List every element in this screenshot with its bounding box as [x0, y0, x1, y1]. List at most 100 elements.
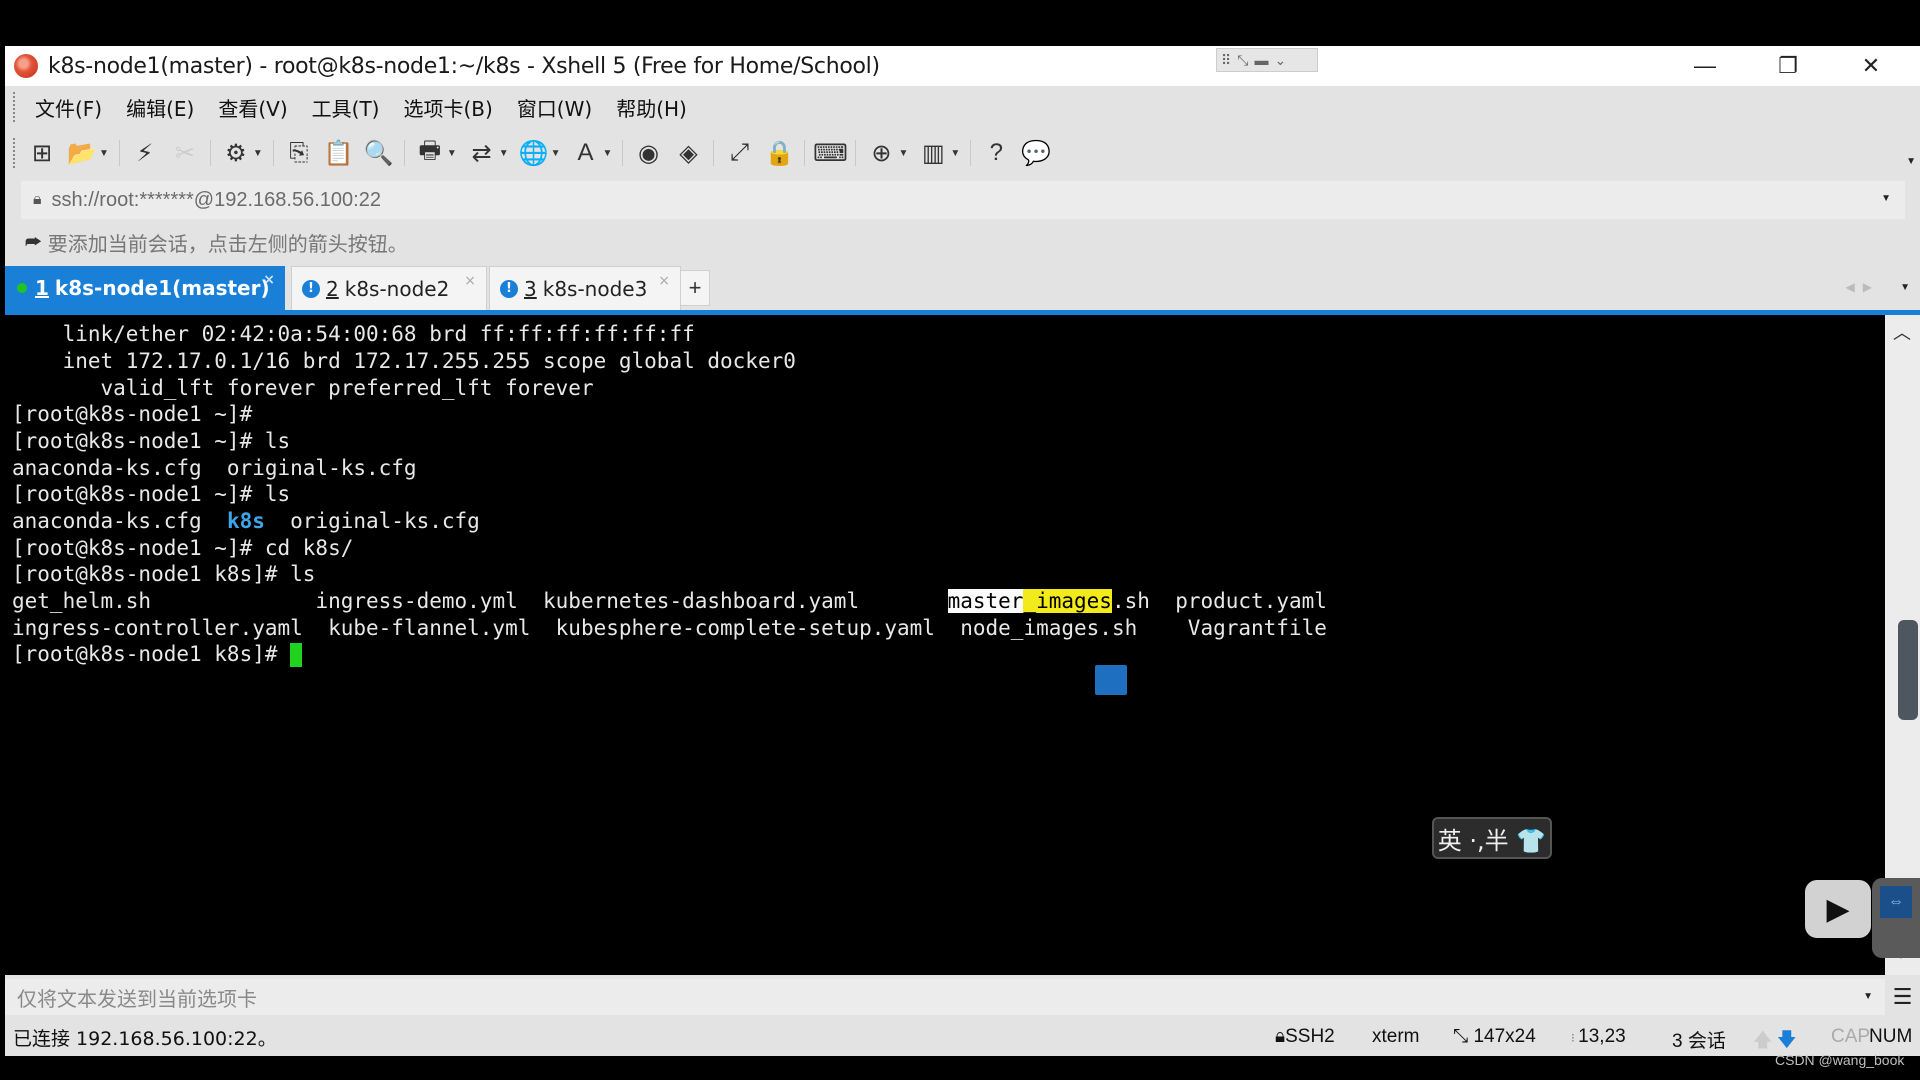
scroll-thumb[interactable]	[1898, 620, 1918, 720]
terminal-prompt-line[interactable]: [root@k8s-node1 k8s]#	[12, 641, 303, 667]
session-properties-icon[interactable]: ⚙	[221, 138, 251, 168]
xftp-icon[interactable]: ◈	[673, 138, 703, 168]
protocol-status: 🔒︎SSH2	[1275, 1026, 1335, 1048]
compress-icon[interactable]: ⤡	[1237, 52, 1248, 69]
toolbar-separator	[804, 140, 806, 166]
menu-edit[interactable]: 编辑(E)	[126, 93, 194, 122]
add-session-arrow-icon[interactable]: ⮫	[25, 232, 42, 253]
tab-number: 1	[35, 276, 49, 300]
copy-icon[interactable]: ⎘	[284, 138, 314, 168]
highlighted-text[interactable]: _images	[1023, 589, 1112, 613]
menu-file[interactable]: 文件(F)	[35, 93, 102, 122]
toolbar-separator	[272, 140, 274, 166]
tab-number: 2	[326, 276, 339, 301]
open-folder-icon[interactable]: 📂	[67, 138, 97, 168]
globe-dropdown-icon[interactable]: ▼	[551, 148, 561, 159]
layout-dropdown-icon[interactable]: ▼	[950, 148, 960, 159]
menu-bar: 文件(F) 编辑(E) 查看(V) 工具(T) 选项卡(B) 窗口(W) 帮助(…	[5, 86, 1920, 128]
teamviewer-widget[interactable]: ⇔	[1872, 878, 1920, 958]
address-dropdown-icon[interactable]: ▼	[1881, 193, 1891, 204]
toolbar-separator	[209, 140, 211, 166]
send-dropdown-icon[interactable]: ▼	[1863, 991, 1873, 1002]
menu-help[interactable]: 帮助(H)	[616, 93, 687, 122]
mini-toolbar[interactable]: ⠿ ⤡ ▬ ⌄	[1216, 48, 1318, 72]
drag-file-icon	[1095, 665, 1127, 695]
warning-icon: !	[500, 279, 518, 298]
session-properties-dropdown-icon[interactable]: ▼	[253, 148, 263, 159]
tab-k8s-node2[interactable]: ! 2 k8s-node2 ×	[291, 266, 487, 310]
minimize-button[interactable]: —	[1665, 46, 1745, 86]
menu-view[interactable]: 查看(V)	[218, 93, 287, 122]
menu-tools[interactable]: 工具(T)	[312, 93, 380, 122]
terminal-scrollbar[interactable]: ︿ ﹀	[1885, 315, 1920, 975]
terminal-output[interactable]: link/ether 02:42:0a:54:00:68 brd ff:ff:f…	[5, 315, 1885, 975]
close-tab-icon[interactable]: ×	[263, 272, 275, 288]
find-icon[interactable]: 🔍	[364, 138, 394, 168]
num-lock-indicator: NUM	[1869, 1026, 1913, 1047]
cursor-position: ⁝ 13,23	[1571, 1026, 1626, 1048]
selected-text[interactable]: master	[947, 589, 1024, 613]
restore-button[interactable]: ❐	[1748, 46, 1828, 86]
minus-icon[interactable]: ▬	[1254, 52, 1268, 68]
globe-icon[interactable]: 🌐	[519, 138, 549, 168]
file-name: ingress-demo.yml	[315, 589, 544, 613]
transfer-icon[interactable]: ⇄	[467, 138, 497, 168]
connect-icon[interactable]: ⚡	[130, 138, 160, 168]
terminal-size: ⤡ 147x24	[1453, 1026, 1536, 1048]
address-bar[interactable]: 🔒︎ ssh://root:*******@192.168.56.100:22 …	[21, 181, 1905, 219]
hamburger-menu-icon[interactable]: ☰	[1885, 979, 1920, 1015]
print-dropdown-icon[interactable]: ▼	[447, 148, 457, 159]
toolbar-separator	[713, 140, 715, 166]
video-player-icon[interactable]: ▶	[1805, 880, 1871, 938]
grid-icon[interactable]: ⠿	[1221, 52, 1231, 69]
send-text-bar[interactable]: 仅将文本发送到当前选项卡 ▼	[5, 979, 1885, 1015]
close-tab-icon[interactable]: ×	[658, 273, 670, 289]
connected-status-icon	[17, 283, 27, 293]
toolbar-overflow-icon[interactable]: ▼	[1906, 156, 1916, 167]
disconnect-icon[interactable]: ✂	[170, 138, 200, 168]
toolbar-grip[interactable]	[13, 138, 17, 168]
help-icon[interactable]: ?	[981, 138, 1011, 168]
new-tab-folder-dropdown-icon[interactable]: ▼	[898, 148, 908, 159]
close-button[interactable]: ✕	[1831, 46, 1911, 86]
new-tab-folder-icon[interactable]: ⊕	[866, 138, 896, 168]
menu-grip[interactable]	[13, 92, 17, 122]
paste-icon[interactable]: 📋	[324, 138, 354, 168]
keyboard-icon[interactable]: ⌨	[813, 138, 848, 168]
tab-scroll-arrows[interactable]: ◀▶	[1846, 280, 1880, 294]
session-count: 3 会话	[1672, 1031, 1726, 1052]
terminal-line: [root@k8s-node1 ~]# cd k8s/	[12, 536, 354, 560]
tab-bar: 1 k8s-node1(master) × ! 2 k8s-node2 × ! …	[5, 266, 1920, 310]
menu-tab[interactable]: 选项卡(B)	[403, 93, 492, 122]
transfer-dropdown-icon[interactable]: ▼	[499, 148, 509, 159]
lock-icon[interactable]: 🔒	[764, 138, 794, 168]
scroll-up-icon[interactable]: ︿	[1893, 319, 1911, 345]
chat-icon[interactable]: 💬	[1021, 138, 1051, 168]
xshell-icon[interactable]: ◉	[633, 138, 663, 168]
terminal-cursor	[290, 643, 303, 667]
open-folder-dropdown-icon[interactable]: ▼	[99, 148, 109, 159]
new-tab-button[interactable]: +	[680, 270, 710, 306]
tab-list-dropdown-icon[interactable]: ▼	[1900, 282, 1910, 293]
fullscreen-icon[interactable]: ⤢	[724, 138, 754, 168]
file-name: product.yaml	[1175, 589, 1327, 613]
address-input[interactable]: ssh://root:*******@192.168.56.100:22	[52, 189, 381, 212]
font-icon[interactable]: A	[571, 138, 601, 168]
ime-status-indicator[interactable]: 英 ·,半 👕	[1432, 817, 1552, 859]
terminal-line: anaconda-ks.cfg k8s original-ks.cfg	[12, 508, 480, 534]
layout-icon[interactable]: ▥	[918, 138, 948, 168]
watermark: CSDN @wang_book	[1775, 1052, 1905, 1068]
terminal-type: xterm	[1372, 1026, 1420, 1047]
tab-number: 3	[524, 276, 537, 301]
send-text-input[interactable]: 仅将文本发送到当前选项卡	[17, 983, 257, 1012]
close-tab-icon[interactable]: ×	[464, 273, 476, 289]
print-icon[interactable]: 🖶	[415, 137, 445, 168]
teamviewer-icon: ⇔	[1880, 886, 1912, 918]
title-bar: k8s-node1(master) - root@k8s-node1:~/k8s…	[5, 46, 1920, 86]
tab-k8s-node3[interactable]: ! 3 k8s-node3 ×	[489, 266, 681, 310]
tab-k8s-node1[interactable]: 1 k8s-node1(master) ×	[5, 266, 285, 310]
chevron-down-icon[interactable]: ⌄	[1274, 52, 1286, 69]
menu-window[interactable]: 窗口(W)	[517, 93, 592, 122]
font-dropdown-icon[interactable]: ▼	[603, 148, 613, 159]
new-session-icon[interactable]: ⊞	[27, 138, 57, 168]
